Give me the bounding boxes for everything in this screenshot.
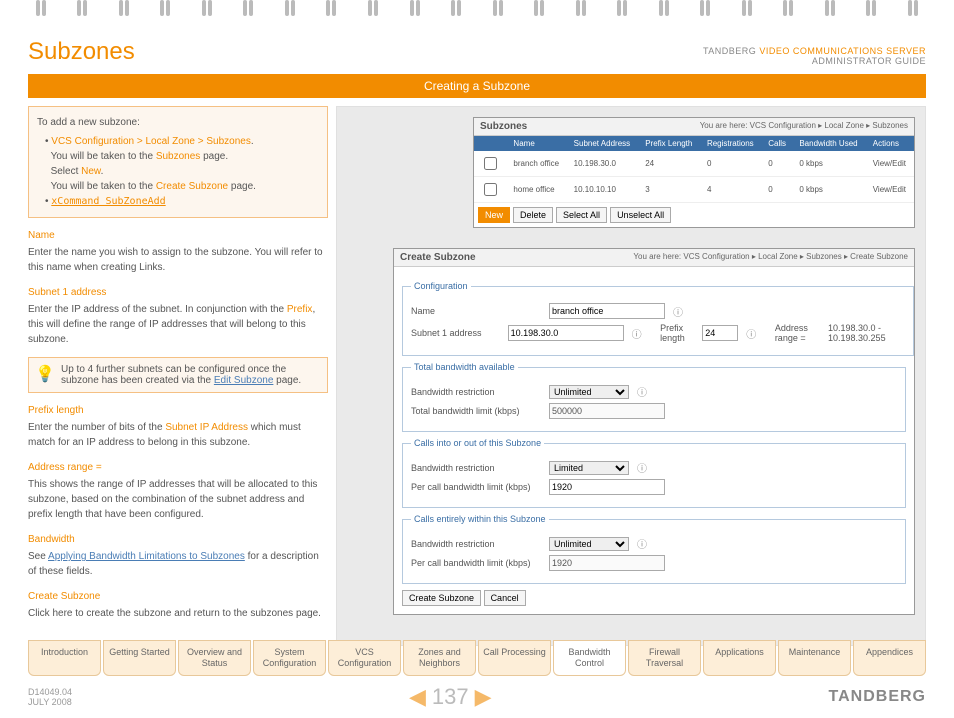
select-all-button[interactable]: Select All (556, 207, 607, 223)
bw-limits-link[interactable]: Applying Bandwidth Limitations to Subzon… (48, 551, 245, 562)
intro-box: To add a new subzone: • VCS Configuratio… (28, 106, 328, 218)
tab-maintenance[interactable]: Maintenance (778, 640, 851, 676)
bw-restriction-select[interactable]: Unlimited (549, 385, 629, 399)
prefix-heading: Prefix length (28, 403, 328, 418)
percall-io-input[interactable] (549, 479, 665, 495)
tab-bandwidth[interactable]: Bandwidth Control (553, 640, 626, 676)
nav-tabs: Introduction Getting Started Overview an… (28, 640, 926, 676)
info-icon[interactable]: ⓘ (637, 384, 647, 399)
tab-vcs-config[interactable]: VCS Configuration (328, 640, 401, 676)
tip-box: 💡 Up to 4 further subnets can be configu… (28, 357, 328, 393)
table-row: branch office10.198.30.024000 kbpsView/E… (474, 151, 914, 177)
tab-zones[interactable]: Zones and Neighbors (403, 640, 476, 676)
name-heading: Name (28, 228, 328, 243)
tab-applications[interactable]: Applications (703, 640, 776, 676)
spiral-binding (0, 0, 954, 28)
info-icon[interactable]: ⓘ (637, 536, 647, 551)
tab-overview[interactable]: Overview and Status (178, 640, 251, 676)
brand-logo: TANDBERG (829, 688, 926, 706)
percall-within-input (549, 555, 665, 571)
create-subzone-button[interactable]: Create Subzone (402, 590, 481, 606)
subzones-list-panel: SubzonesYou are here: VCS Configuration … (473, 117, 915, 228)
subnet1-heading: Subnet 1 address (28, 285, 328, 300)
cancel-button[interactable]: Cancel (484, 590, 526, 606)
total-bw-input (549, 403, 665, 419)
delete-button[interactable]: Delete (513, 207, 553, 223)
page-nav: ◀137▶ (409, 684, 492, 710)
tab-call-processing[interactable]: Call Processing (478, 640, 551, 676)
range-heading: Address range = (28, 460, 328, 475)
prev-page-icon[interactable]: ◀ (409, 684, 426, 710)
lightbulb-icon: 💡 (35, 364, 55, 386)
page-title: Subzones (28, 38, 135, 66)
info-icon[interactable]: ⓘ (746, 326, 756, 341)
info-icon[interactable]: ⓘ (673, 304, 683, 319)
row-checkbox[interactable] (484, 183, 497, 196)
tab-firewall[interactable]: Firewall Traversal (628, 640, 701, 676)
tab-introduction[interactable]: Introduction (28, 640, 101, 676)
subzones-table: NameSubnet AddressPrefix LengthRegistrat… (474, 136, 914, 203)
unselect-all-button[interactable]: Unselect All (610, 207, 671, 223)
next-page-icon[interactable]: ▶ (475, 684, 492, 710)
create-subzone-panel: Create SubzoneYou are here: VCS Configur… (393, 248, 915, 615)
row-checkbox[interactable] (484, 157, 497, 170)
tab-getting-started[interactable]: Getting Started (103, 640, 176, 676)
create-heading: Create Subzone (28, 589, 328, 604)
calls-within-restriction-select[interactable]: Unlimited (549, 537, 629, 551)
new-button[interactable]: New (478, 207, 510, 223)
guide-label: TANDBERG VIDEO COMMUNICATIONS SERVER ADM… (703, 46, 926, 66)
prefix-input[interactable] (702, 325, 738, 341)
tab-system-config[interactable]: System Configuration (253, 640, 326, 676)
table-row: home office10.10.10.103400 kbpsView/Edit (474, 177, 914, 203)
subnet-ip-link[interactable]: Subnet IP Address (165, 422, 248, 433)
doc-id: D14049.04JULY 2008 (28, 687, 72, 707)
calls-io-restriction-select[interactable]: Limited (549, 461, 629, 475)
section-bar: Creating a Subzone (28, 74, 926, 98)
info-icon[interactable]: ⓘ (637, 460, 647, 475)
xcommand-link[interactable]: xCommand SubZoneAdd (51, 196, 165, 207)
subnet1-input[interactable] (508, 325, 624, 341)
name-input[interactable] (549, 303, 665, 319)
tab-appendices[interactable]: Appendices (853, 640, 926, 676)
edit-subzone-link[interactable]: Edit Subzone (214, 375, 274, 386)
bandwidth-heading: Bandwidth (28, 532, 328, 547)
prefix-link[interactable]: Prefix (287, 304, 313, 315)
info-icon[interactable]: ⓘ (632, 326, 642, 341)
